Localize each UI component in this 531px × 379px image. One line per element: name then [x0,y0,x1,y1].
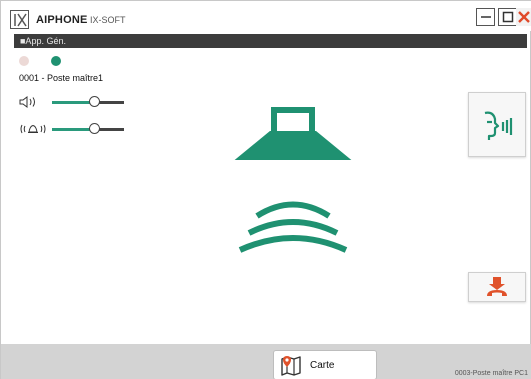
footer-station-label: 0003-Poste maître PC1 [454,370,528,377]
speaker-volume-track-filled [52,101,92,104]
brand-name: AIPHONE [36,14,88,26]
bottom-bar [1,344,531,379]
talk-icon [484,111,513,140]
map-button[interactable]: Carte [273,350,377,379]
maximize-icon [502,11,513,23]
ix-logo-icon [10,10,29,29]
speaker-volume-track [99,101,124,104]
speaker-volume-icon [19,96,35,108]
title-bar[interactable]: AIPHONE IX-SOFT [1,1,531,31]
speaker-graphic-icon [234,107,352,253]
app-window: AIPHONE IX-SOFT ■App. Gén. 0001 - Poste … [0,0,531,379]
map-button-label: Carte [310,359,335,371]
end-call-icon [487,277,507,296]
close-button[interactable] [516,8,531,26]
ring-volume-track-filled [52,128,92,131]
status-dot-active [51,56,61,66]
station-label: 0001 - Poste maître1 [19,73,104,83]
status-dot-inactive [19,56,29,66]
talk-button[interactable] [468,92,526,157]
maximize-button[interactable] [498,8,517,26]
map-icon [281,356,301,376]
minimize-icon [480,16,491,18]
bell-volume-icon [20,124,46,134]
section-header: ■App. Gén. [14,34,527,48]
speaker-volume-slider[interactable] [19,96,129,108]
close-icon [518,11,530,23]
product-name: IX-SOFT [90,15,126,25]
end-call-button[interactable] [468,272,526,302]
ring-volume-track [99,128,124,131]
ring-volume-slider[interactable] [19,123,129,135]
minimize-button[interactable] [476,8,495,26]
